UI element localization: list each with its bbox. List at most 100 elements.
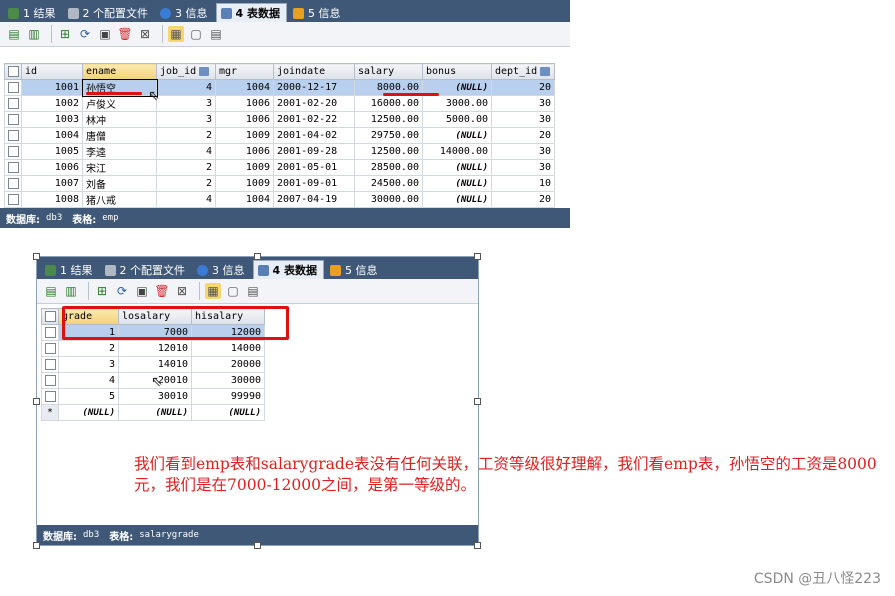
row-checkbox[interactable] [41, 324, 59, 341]
cell-grade[interactable]: (NULL) [58, 404, 119, 421]
cell-dept-id[interactable]: 30 [491, 143, 555, 160]
save-icon[interactable]: ⊞ [94, 283, 110, 299]
cell-bonus[interactable]: (NULL) [422, 175, 492, 192]
cell-ename[interactable]: 刘备 [82, 175, 157, 192]
cell-hisalary[interactable]: 30000 [191, 372, 265, 389]
cancel-icon[interactable]: ⊠ [137, 26, 153, 42]
text-view-icon[interactable]: ▤ [245, 283, 261, 299]
cell-mgr[interactable]: 1004 [215, 79, 274, 96]
cell-salary[interactable]: 12500.00 [354, 143, 423, 160]
insert-row-icon[interactable]: ▤ [6, 26, 22, 42]
tab-info-2[interactable]: 5 信息 [326, 261, 384, 279]
table-row[interactable]: 1006 宋江 2 1009 2001-05-01 28500.00 (NULL) 30 [4, 159, 555, 176]
cell-job-id[interactable]: 2 [156, 175, 216, 192]
cell-joindate[interactable]: 2007-04-19 [273, 191, 355, 208]
cell-job-id[interactable]: 3 [156, 111, 216, 128]
text-view-icon[interactable]: ▤ [208, 26, 224, 42]
cell-id[interactable]: 1001 [21, 79, 83, 96]
delete-icon[interactable]: 🗑 [154, 283, 170, 299]
cell-job-id[interactable]: 2 [156, 127, 216, 144]
cell-losalary[interactable]: 12010 [118, 340, 192, 357]
cell-ename[interactable]: 猪八戒 [82, 191, 157, 208]
table-row[interactable]: 3 14010 20000 [41, 356, 265, 373]
row-checkbox[interactable] [4, 159, 22, 176]
resize-handle[interactable] [474, 542, 481, 549]
cell-ename[interactable]: 唐僧 [82, 127, 157, 144]
tab-info-2[interactable]: 5 信息 [289, 4, 347, 22]
table-row[interactable]: 1004 唐僧 2 1009 2001-04-02 29750.00 (NULL) 20 [4, 127, 555, 144]
resize-handle[interactable] [474, 253, 481, 260]
cell-losalary[interactable]: 30010 [118, 388, 192, 405]
cell-job-id[interactable]: 2 [156, 159, 216, 176]
cell-ename[interactable]: 宋江 [82, 159, 157, 176]
cell-id[interactable]: 1007 [21, 175, 83, 192]
column-header-joindate[interactable]: joindate [273, 63, 355, 80]
tab-result[interactable]: 1 结果 [4, 4, 62, 22]
row-checkbox[interactable] [4, 191, 22, 208]
cancel-icon[interactable]: ⊠ [174, 283, 190, 299]
cell-hisalary[interactable]: (NULL) [191, 404, 265, 421]
tab-table-data[interactable]: 4 表数据 [215, 3, 287, 22]
tab-profile[interactable]: 2 个配置文件 [64, 4, 155, 22]
select-all-checkbox[interactable] [41, 308, 59, 325]
resize-handle[interactable] [474, 398, 481, 405]
cell-mgr[interactable]: 1004 [215, 191, 274, 208]
cell-bonus[interactable]: (NULL) [422, 127, 492, 144]
cell-hisalary[interactable]: 20000 [191, 356, 265, 373]
cell-id[interactable]: 1002 [21, 95, 83, 112]
cell-mgr[interactable]: 1009 [215, 159, 274, 176]
row-checkbox[interactable] [41, 372, 59, 389]
cell-salary[interactable]: 30000.00 [354, 191, 423, 208]
tab-table-data[interactable]: 4 表数据 [252, 260, 324, 279]
column-header-mgr[interactable]: mgr [215, 63, 274, 80]
tab-profile[interactable]: 2 个配置文件 [101, 261, 192, 279]
column-header-bonus[interactable]: bonus [422, 63, 492, 80]
resize-handle[interactable] [254, 542, 261, 549]
column-header-dept-id[interactable]: dept_id [491, 63, 555, 80]
duplicate-row-icon[interactable]: ▥ [26, 26, 42, 42]
table-row[interactable]: 5 30010 99990 [41, 388, 265, 405]
resize-handle[interactable] [33, 542, 40, 549]
cell-losalary[interactable]: (NULL) [118, 404, 192, 421]
refresh-icon[interactable]: ⟳ [77, 26, 93, 42]
table-row[interactable]: 1008 猪八戒 4 1004 2007-04-19 30000.00 (NULL) 20 [4, 191, 555, 208]
cell-joindate[interactable]: 2001-04-02 [273, 127, 355, 144]
cell-dept-id[interactable]: 30 [491, 95, 555, 112]
cell-ename[interactable]: 林冲 [82, 111, 157, 128]
row-checkbox[interactable]: * [41, 404, 59, 421]
cell-ename[interactable]: 卢俊义 [82, 95, 157, 112]
cell-losalary[interactable]: 14010 [118, 356, 192, 373]
insert-row-icon[interactable]: ▤ [43, 283, 59, 299]
cell-bonus[interactable]: 14000.00 [422, 143, 492, 160]
select-all-checkbox[interactable] [4, 63, 22, 80]
cell-id[interactable]: 1004 [21, 127, 83, 144]
form-view-icon[interactable]: ▢ [188, 26, 204, 42]
row-checkbox[interactable] [4, 111, 22, 128]
delete-icon[interactable]: 🗑 [117, 26, 133, 42]
cell-job-id[interactable]: 3 [156, 95, 216, 112]
cell-bonus[interactable]: 3000.00 [422, 95, 492, 112]
cell-dept-id[interactable]: 20 [491, 127, 555, 144]
cell-grade[interactable]: 3 [58, 356, 119, 373]
cell-dept-id[interactable]: 20 [491, 191, 555, 208]
cell-salary[interactable]: 16000.00 [354, 95, 423, 112]
row-checkbox[interactable] [4, 127, 22, 144]
tab-info[interactable]: 3 信息 [156, 4, 214, 22]
cell-joindate[interactable]: 2001-09-01 [273, 175, 355, 192]
cell-job-id[interactable]: 4 [156, 143, 216, 160]
cell-mgr[interactable]: 1006 [215, 95, 274, 112]
disk-icon[interactable]: ▣ [134, 283, 150, 299]
cell-id[interactable]: 1006 [21, 159, 83, 176]
tab-info[interactable]: 3 信息 [193, 261, 251, 279]
cell-salary[interactable]: 28500.00 [354, 159, 423, 176]
cell-salary[interactable]: 12500.00 [354, 111, 423, 128]
row-checkbox[interactable] [4, 79, 22, 96]
cell-joindate[interactable]: 2001-02-20 [273, 95, 355, 112]
cell-hisalary[interactable]: 99990 [191, 388, 265, 405]
cell-id[interactable]: 1005 [21, 143, 83, 160]
cell-salary[interactable]: 24500.00 [354, 175, 423, 192]
disk-icon[interactable]: ▣ [97, 26, 113, 42]
cell-grade[interactable]: 4 [58, 372, 119, 389]
row-checkbox[interactable] [41, 388, 59, 405]
column-header-salary[interactable]: salary [354, 63, 423, 80]
